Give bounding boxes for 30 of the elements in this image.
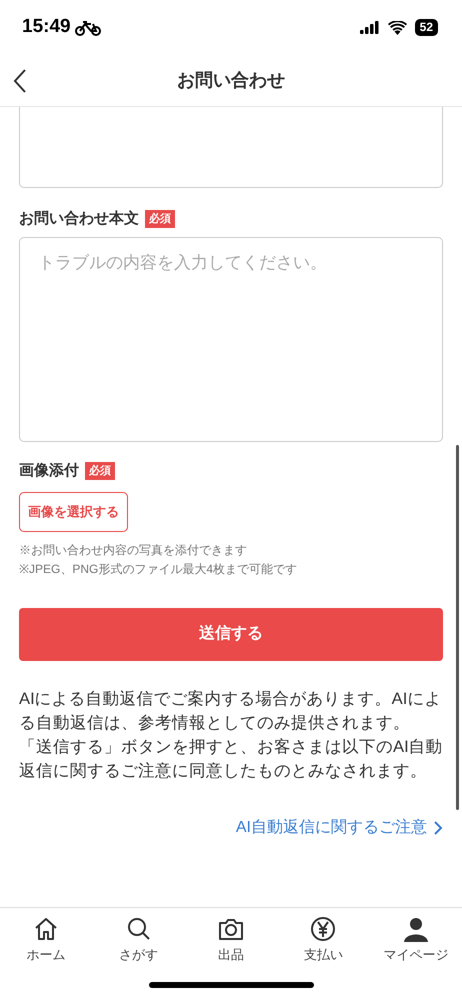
message-field[interactable]: トラブルの内容を入力してください。 — [19, 236, 443, 442]
person-icon — [402, 916, 429, 942]
note-text: ※お問い合わせ内容の写真を添付できます — [19, 542, 248, 558]
chevron-right-icon — [433, 820, 443, 836]
wifi-icon — [388, 20, 407, 34]
disclaimer-text: AIによる自動返信でご案内する場合があります。AIによる自動返信は、参考情報としてのみ提供されます。「送信する」ボタンを押すと、お客さまは以下のAI自動返信に関するご注意に同意したものとみなされます。 — [19, 688, 443, 782]
tab-bar-item[interactable]: 出品 — [184, 916, 278, 999]
field-label: お問い合わせ本文 — [19, 209, 139, 229]
required-tag: 必須 — [85, 462, 115, 480]
field-label: 画像添付 — [19, 460, 79, 480]
bicycle-icon — [74, 20, 101, 36]
yen-icon — [310, 916, 336, 942]
select-image-button[interactable]: 画像を選択する — [19, 492, 128, 532]
tab-bar-item[interactable]: さがす — [92, 916, 185, 999]
battery-indicator: 52 — [414, 19, 438, 36]
note-text: ※JPEG、PNG形式のファイル最大4枚まで可能です — [19, 560, 298, 578]
search-icon — [126, 916, 152, 942]
tab-bar-item[interactable]: マイページ — [370, 916, 462, 999]
notice-link[interactable]: AI自動返信に関するご注意 — [236, 816, 443, 840]
camera-icon — [218, 916, 244, 942]
input-field[interactable] — [19, 107, 443, 188]
back-icon[interactable] — [12, 68, 28, 94]
submit-button[interactable]: 送信する — [19, 608, 443, 660]
page-title: お問い合わせ — [177, 70, 285, 92]
required-tag: 必須 — [145, 210, 175, 228]
tab-bar-item[interactable]: 支払い — [277, 916, 370, 999]
tab-bar-item[interactable]: ホーム — [0, 916, 92, 999]
status-time: 15:49 — [22, 15, 71, 40]
home-icon — [33, 916, 60, 942]
signal-icon — [360, 21, 380, 34]
